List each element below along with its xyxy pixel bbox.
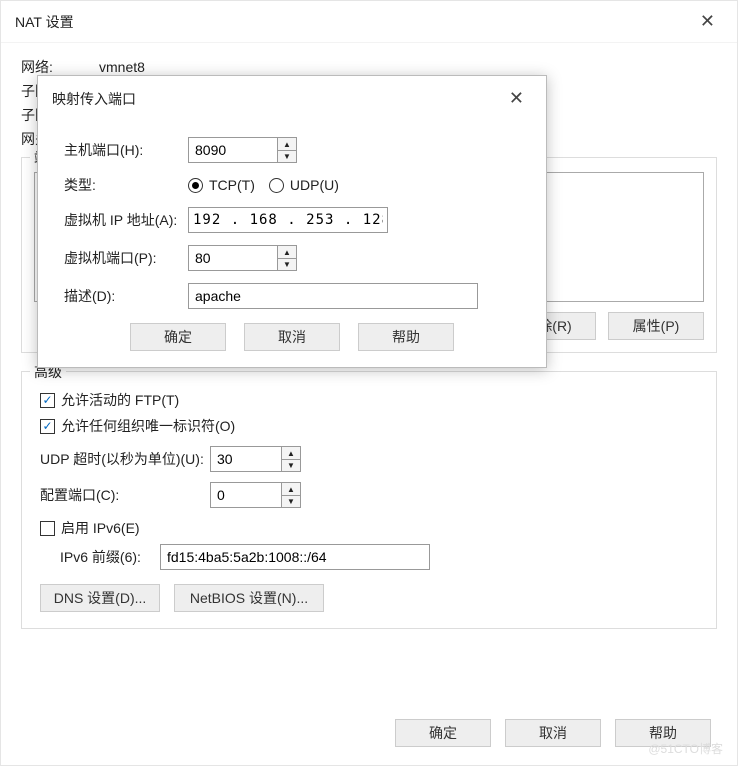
chevron-down-icon[interactable]: ▼ xyxy=(282,495,300,507)
titlebar: NAT 设置 ✕ xyxy=(1,1,737,43)
checkmark-icon: ✓ xyxy=(40,393,55,408)
chevron-down-icon[interactable]: ▼ xyxy=(282,459,300,471)
radio-selected-icon xyxy=(188,178,203,193)
allow-oui-label: 允许任何组织唯一标识符(O) xyxy=(61,416,235,436)
vm-ip-input[interactable] xyxy=(188,207,388,233)
window-title: NAT 设置 xyxy=(15,12,74,32)
allow-ftp-checkbox[interactable]: ✓ 允许活动的 FTP(T) xyxy=(40,390,704,410)
network-label: 网络: xyxy=(21,57,99,77)
host-port-label: 主机端口(H): xyxy=(58,140,188,160)
vm-ip-label: 虚拟机 IP 地址(A): xyxy=(58,210,188,230)
udp-label: UDP(U) xyxy=(290,177,339,193)
properties-button[interactable]: 属性(P) xyxy=(608,312,704,340)
enable-ipv6-label: 启用 IPv6(E) xyxy=(61,518,140,538)
config-port-stepper[interactable]: ▲▼ xyxy=(210,482,301,508)
config-port-input[interactable] xyxy=(210,482,282,508)
network-value: vmnet8 xyxy=(99,59,145,75)
udp-timeout-label: UDP 超时(以秒为单位)(U): xyxy=(40,449,210,469)
tcp-radio[interactable]: TCP(T) xyxy=(188,177,255,193)
ipv6-prefix-label: IPv6 前缀(6): xyxy=(60,547,160,567)
udp-radio[interactable]: UDP(U) xyxy=(269,177,339,193)
enable-ipv6-checkbox[interactable]: 启用 IPv6(E) xyxy=(40,518,704,538)
vm-port-input[interactable] xyxy=(188,245,278,271)
desc-label: 描述(D): xyxy=(58,286,188,306)
netbios-settings-button[interactable]: NetBIOS 设置(N)... xyxy=(174,584,324,612)
host-port-stepper[interactable]: ▲▼ xyxy=(188,137,297,163)
chevron-up-icon[interactable]: ▲ xyxy=(282,483,300,495)
udp-timeout-input[interactable] xyxy=(210,446,282,472)
dialog-title: 映射传入端口 xyxy=(52,89,136,109)
chevron-down-icon[interactable]: ▼ xyxy=(278,258,296,270)
ipv6-prefix-input[interactable] xyxy=(160,544,430,570)
help-button[interactable]: 帮助 xyxy=(615,719,711,747)
allow-ftp-label: 允许活动的 FTP(T) xyxy=(61,390,179,410)
vm-port-label: 虚拟机端口(P): xyxy=(58,248,188,268)
chevron-up-icon[interactable]: ▲ xyxy=(282,447,300,459)
udp-timeout-stepper[interactable]: ▲▼ xyxy=(210,446,301,472)
chevron-up-icon[interactable]: ▲ xyxy=(278,138,296,150)
allow-oui-checkbox[interactable]: ✓ 允许任何组织唯一标识符(O) xyxy=(40,416,704,436)
chevron-up-icon[interactable]: ▲ xyxy=(278,246,296,258)
nat-settings-window: NAT 设置 ✕ 网络: vmnet8 子网 子网 网关 端 移除(R) 属性(… xyxy=(0,0,738,766)
radio-empty-icon xyxy=(269,178,284,193)
dialog-cancel-button[interactable]: 取消 xyxy=(244,323,340,351)
dialog-titlebar: 映射传入端口 ✕ xyxy=(38,76,546,121)
vm-port-stepper[interactable]: ▲▼ xyxy=(188,245,297,271)
type-label: 类型: xyxy=(58,175,188,195)
dialog-help-button[interactable]: 帮助 xyxy=(358,323,454,351)
window-footer: 确定 取消 帮助 xyxy=(395,719,711,747)
close-icon[interactable]: ✕ xyxy=(692,9,723,34)
cancel-button[interactable]: 取消 xyxy=(505,719,601,747)
advanced-group: 高级 ✓ 允许活动的 FTP(T) ✓ 允许任何组织唯一标识符(O) UDP 超… xyxy=(21,371,717,629)
desc-input[interactable] xyxy=(188,283,478,309)
host-port-input[interactable] xyxy=(188,137,278,163)
tcp-label: TCP(T) xyxy=(209,177,255,193)
dns-settings-button[interactable]: DNS 设置(D)... xyxy=(40,584,160,612)
checkbox-empty-icon xyxy=(40,521,55,536)
close-icon[interactable]: ✕ xyxy=(501,86,532,111)
port-mapping-dialog: 映射传入端口 ✕ 主机端口(H): ▲▼ 类型: TCP(T) UDP(U) xyxy=(37,75,547,368)
ok-button[interactable]: 确定 xyxy=(395,719,491,747)
dialog-ok-button[interactable]: 确定 xyxy=(130,323,226,351)
chevron-down-icon[interactable]: ▼ xyxy=(278,150,296,162)
checkmark-icon: ✓ xyxy=(40,419,55,434)
config-port-label: 配置端口(C): xyxy=(40,485,210,505)
